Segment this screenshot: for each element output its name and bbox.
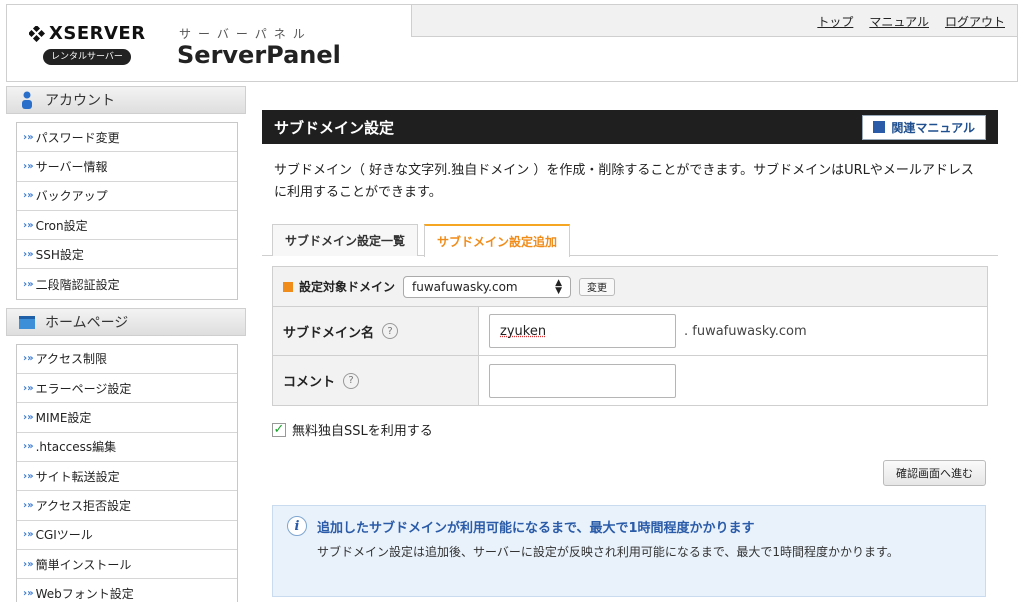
arrow-icon: ›» bbox=[23, 160, 34, 172]
window-icon bbox=[19, 315, 35, 329]
info-title-row: i 追加したサブドメインが利用可能になるまで、最大で1時間程度かかります bbox=[287, 516, 971, 536]
tab-bar: サブドメイン設定一覧 サブドメイン設定追加 bbox=[262, 224, 998, 257]
nav-link-manual[interactable]: マニュアル bbox=[869, 13, 929, 30]
arrow-icon: ›» bbox=[23, 353, 34, 365]
sidebar-item-htaccess[interactable]: ›» .htaccess編集 bbox=[17, 432, 237, 462]
arrow-icon: ›» bbox=[23, 190, 34, 202]
arrow-icon: ›» bbox=[23, 470, 34, 482]
xserver-logo[interactable]: XSERVER レンタルサーバー bbox=[29, 23, 159, 71]
section-title-bar: サブドメイン設定 関連マニュアル bbox=[262, 110, 998, 144]
arrow-icon: ›» bbox=[23, 558, 34, 570]
info-icon: i bbox=[287, 516, 307, 536]
rental-badge: レンタルサーバー bbox=[43, 49, 131, 65]
subdomain-name-label-cell: サブドメイン名 ? bbox=[273, 307, 479, 355]
sidebar-item-2fa[interactable]: ›» 二段階認証設定 bbox=[17, 269, 237, 299]
arrow-icon: ›» bbox=[23, 131, 34, 143]
sidebar-heading-homepage: ホームページ bbox=[6, 307, 246, 336]
comment-row: コメント ? bbox=[273, 356, 987, 405]
sidebar: アカウント ›» パスワード変更 ›» サーバー情報 ›» バックアップ ›» Cron… bbox=[6, 86, 246, 602]
sidebar-item-server-info[interactable]: ›» サーバー情報 bbox=[17, 152, 237, 182]
info-title: 追加したサブドメインが利用可能になるまで、最大で1時間程度かかります bbox=[317, 520, 755, 536]
sidebar-item-site-redirect[interactable]: ›» サイト転送設定 bbox=[17, 461, 237, 492]
page-description: サブドメイン（ 好きな文字列.独自ドメイン ）を作成・削除することができます。サ… bbox=[274, 163, 974, 200]
main-content: サブドメイン設定 関連マニュアル サブドメイン（ 好きな文字列.独自ドメイン ）… bbox=[262, 110, 998, 597]
xserver-diamond-icon bbox=[29, 26, 45, 42]
logo-area: XSERVER レンタルサーバー サーバーパネル ServerPanel bbox=[7, 5, 411, 81]
page-title: サブドメイン設定 bbox=[274, 118, 395, 137]
arrow-icon: ›» bbox=[23, 412, 34, 424]
panel-title: ServerPanel bbox=[177, 41, 341, 69]
arrow-icon: ›» bbox=[23, 278, 34, 290]
arrow-icon: ›» bbox=[23, 529, 34, 541]
confirm-button[interactable]: 確認画面へ進む bbox=[883, 460, 986, 486]
help-icon[interactable]: ? bbox=[382, 323, 399, 339]
ssl-label: 無料独自SSLを利用する bbox=[292, 424, 433, 439]
sidebar-item-cron[interactable]: ›» Cron設定 bbox=[17, 210, 237, 241]
domain-suffix: . fuwafuwasky.com bbox=[684, 323, 807, 339]
sidebar-item-easy-install[interactable]: ›» 簡単インストール bbox=[17, 549, 237, 580]
arrow-icon: ›» bbox=[23, 588, 34, 600]
sidebar-item-backup[interactable]: ›» バックアップ bbox=[17, 181, 237, 211]
book-icon bbox=[873, 121, 886, 133]
subdomain-name-value-cell: zyuken . fuwafuwasky.com bbox=[479, 307, 987, 355]
target-domain-label: 設定対象ドメイン bbox=[299, 280, 396, 294]
arrow-icon: ›» bbox=[23, 441, 34, 453]
change-domain-button[interactable]: 変更 bbox=[579, 277, 616, 296]
free-ssl-option[interactable]: ✓ 無料独自SSLを利用する bbox=[272, 420, 988, 439]
panel-kana: サーバーパネル bbox=[179, 27, 312, 41]
arrow-icon: ›» bbox=[23, 219, 34, 231]
ssl-checkbox[interactable]: ✓ bbox=[272, 422, 286, 437]
select-arrows-icon: ▲ ▼ bbox=[555, 277, 563, 296]
arrow-icon: ›» bbox=[23, 382, 34, 394]
homepage-menu: ›» アクセス制限 ›» エラーページ設定 ›» MIME設定 ›» .htaccess… bbox=[16, 343, 238, 602]
domain-select[interactable]: fuwafuwasky.com ▲ ▼ bbox=[403, 275, 572, 298]
tab-subdomain-list[interactable]: サブドメイン設定一覧 bbox=[272, 224, 419, 256]
sidebar-item-password[interactable]: ›» パスワード変更 bbox=[17, 123, 237, 153]
arrow-icon: ›» bbox=[23, 499, 34, 511]
sidebar-item-access-deny[interactable]: ›» アクセス拒否設定 bbox=[17, 491, 237, 521]
user-icon bbox=[22, 91, 32, 109]
tab-subdomain-add[interactable]: サブドメイン設定追加 bbox=[424, 224, 571, 257]
nav-link-top[interactable]: トップ bbox=[817, 13, 853, 30]
arrow-icon: ›» bbox=[23, 248, 34, 260]
sidebar-item-error-page[interactable]: ›» エラーページ設定 bbox=[17, 374, 237, 404]
subdomain-name-input[interactable]: zyuken bbox=[489, 314, 676, 348]
header: XSERVER レンタルサーバー サーバーパネル ServerPanel トップ… bbox=[6, 4, 1018, 82]
sidebar-item-mime[interactable]: ›» MIME設定 bbox=[17, 403, 237, 433]
sidebar-heading-account: アカウント bbox=[6, 86, 246, 114]
info-notice: i 追加したサブドメインが利用可能になるまで、最大で1時間程度かかります サブド… bbox=[272, 505, 986, 597]
sidebar-item-cgi-tools[interactable]: ›» CGIツール bbox=[17, 520, 237, 550]
nav-link-logout[interactable]: ログアウト bbox=[945, 13, 1005, 30]
subdomain-name-row: サブドメイン名 ? zyuken . fuwafuwasky.com bbox=[273, 307, 987, 356]
logo-word: XSERVER bbox=[49, 23, 146, 44]
subdomain-form: 設定対象ドメイン fuwafuwasky.com ▲ ▼ 変更 サブドメイン名 ?… bbox=[272, 266, 988, 406]
sidebar-item-ssh[interactable]: ›» SSH設定 bbox=[17, 240, 237, 270]
sidebar-item-web-font[interactable]: ›» Webフォント設定 bbox=[17, 579, 237, 602]
top-nav: トップ マニュアル ログアウト bbox=[411, 5, 1017, 37]
comment-label-cell: コメント ? bbox=[273, 356, 479, 405]
comment-input[interactable] bbox=[489, 363, 676, 398]
bullet-square-icon bbox=[283, 281, 293, 292]
account-menu: ›» パスワード変更 ›» サーバー情報 ›» バックアップ ›» Cron設定 ›» S… bbox=[16, 122, 238, 300]
target-domain-row: 設定対象ドメイン fuwafuwasky.com ▲ ▼ 変更 bbox=[273, 267, 987, 307]
related-manual-button[interactable]: 関連マニュアル bbox=[862, 114, 986, 140]
sidebar-item-access-limit[interactable]: ›» アクセス制限 bbox=[17, 344, 237, 375]
help-icon[interactable]: ? bbox=[343, 372, 360, 389]
info-body: サブドメイン設定は追加後、サーバーに設定が反映され利用可能になるまで、最大で1時… bbox=[317, 545, 899, 559]
comment-value-cell bbox=[479, 356, 987, 405]
